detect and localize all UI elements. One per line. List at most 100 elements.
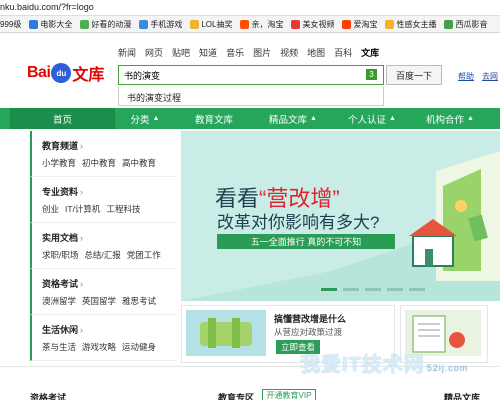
- search-button[interactable]: 百度一下: [386, 65, 442, 85]
- bookmark-item[interactable]: 爱淘宝: [342, 19, 377, 30]
- watermark-sub: 52ij.com: [426, 363, 469, 373]
- promo-subtitle: 从营应对政策过渡: [274, 327, 343, 337]
- product-nav-item[interactable]: 音乐: [226, 46, 244, 59]
- bookmarks-bar: 999级 电影大全 好看的动漫 手机游戏 LOL抽奖 亲，淘宝 美女视频 爱淘宝 性感女主播 西瓜…: [0, 16, 500, 33]
- product-nav-item[interactable]: 地图: [307, 46, 325, 59]
- open-vip-button[interactable]: 开通教育VIP: [262, 389, 316, 400]
- bookmark-label: 手机游戏: [150, 19, 183, 29]
- category-link[interactable]: 小学教育: [42, 158, 76, 168]
- caret-up-icon: ▲: [310, 115, 317, 122]
- bookmark-favicon-icon: [385, 19, 395, 29]
- product-nav-item[interactable]: 图片: [253, 46, 271, 59]
- carousel-dot[interactable]: [321, 288, 337, 291]
- category-title-text: 资格考试: [42, 279, 79, 289]
- product-nav-item[interactable]: 文库: [361, 46, 379, 59]
- category-title-text: 生活休闲: [42, 325, 79, 335]
- section-title-education: 教育专区: [218, 393, 255, 400]
- hero-banner[interactable]: 看看“营改增” 改革对你影响有多大? 五一全面推行 真的不可不知: [181, 131, 500, 301]
- bookmark-label: 美女视频: [302, 19, 335, 29]
- product-nav-item[interactable]: 知道: [199, 46, 217, 59]
- suggestion-item[interactable]: 书的演变过程: [127, 91, 181, 104]
- bookmark-label: 亲，淘宝: [251, 19, 284, 29]
- banner-tagline: 五一全面推行 真的不可不知: [217, 234, 395, 249]
- product-nav-item[interactable]: 百科: [334, 46, 352, 59]
- category-link[interactable]: 工程科技: [106, 204, 140, 214]
- product-nav-item[interactable]: 贴吧: [172, 46, 190, 59]
- main-nav-label: 精品文库: [269, 114, 308, 126]
- product-nav-item[interactable]: 视频: [280, 46, 298, 59]
- category-group: 实用文档 › 求职/职场 总结/汇报 党团工作: [30, 223, 176, 269]
- category-link[interactable]: 创业: [42, 204, 59, 214]
- category-group: 资格考试 › 澳洲留学 英国留学 雅思考试: [30, 269, 176, 315]
- caret-up-icon: ▲: [389, 115, 396, 122]
- main-nav-item[interactable]: 个人认证 ▲: [333, 108, 411, 129]
- main-nav-label: 个人认证: [348, 114, 387, 126]
- main-nav-item[interactable]: 首页: [10, 108, 115, 129]
- main-nav-label: 首页: [52, 114, 72, 126]
- bookmark-label: 性感女主播: [396, 19, 437, 29]
- result-count-badge: 3: [366, 69, 377, 80]
- address-text: nku.baidu.com/?fr=logo: [0, 2, 94, 12]
- category-link[interactable]: 党团工作: [127, 250, 161, 260]
- help-link[interactable]: 帮助: [458, 71, 474, 82]
- category-title[interactable]: 生活休闲 ›: [42, 323, 176, 336]
- category-title[interactable]: 教育频道 ›: [42, 139, 176, 152]
- category-title[interactable]: 实用文档 ›: [42, 231, 176, 244]
- chevron-right-icon: ›: [80, 141, 84, 151]
- goto-link[interactable]: 去网: [482, 71, 498, 82]
- category-title[interactable]: 资格考试 ›: [42, 277, 176, 290]
- bookmark-favicon-icon: [342, 19, 352, 29]
- bookmark-item[interactable]: 西瓜影音: [444, 19, 487, 30]
- bookmark-item[interactable]: LOL抽奖: [190, 19, 232, 30]
- bookmark-item[interactable]: 手机游戏: [139, 19, 182, 30]
- bookmark-favicon-icon: [80, 19, 90, 29]
- main-nav-item[interactable]: 精品文库 ▲: [253, 108, 333, 129]
- category-title-text: 教育频道: [42, 141, 79, 151]
- carousel-dot[interactable]: [387, 288, 403, 291]
- main-nav-label: 机构合作: [426, 114, 465, 126]
- category-link[interactable]: 游戏攻略: [82, 342, 116, 352]
- baidu-wenku-logo[interactable]: Bai du 文库: [27, 58, 104, 88]
- category-title[interactable]: 专业资料 ›: [42, 185, 176, 198]
- bookmark-label: 电影大全: [40, 19, 73, 29]
- product-nav-item[interactable]: 新闻: [118, 46, 136, 59]
- category-link[interactable]: 澳洲留学: [42, 296, 76, 306]
- search-input[interactable]: [119, 66, 359, 84]
- bookmark-item[interactable]: 电影大全: [29, 19, 72, 30]
- product-nav-item[interactable]: 网页: [145, 46, 163, 59]
- product-nav: 新闻 网页 贴吧 知道 音乐 图片 视频 地图 百科 文库: [118, 46, 379, 59]
- category-group: 生活休闲 › 茶与生活 游戏攻略 运动健身: [30, 315, 176, 361]
- bookmark-label: 西瓜影音: [455, 19, 488, 29]
- bookmark-item[interactable]: 性感女主播: [385, 19, 436, 30]
- chevron-right-icon: ›: [80, 187, 84, 197]
- main-nav-item[interactable]: 教育文库: [175, 108, 253, 129]
- category-link[interactable]: 英国留学: [82, 296, 116, 306]
- bookmark-favicon-icon: [291, 19, 301, 29]
- category-link[interactable]: 茶与生活: [42, 342, 76, 352]
- category-title-text: 专业资料: [42, 187, 79, 197]
- bookmark-item[interactable]: 999级: [0, 19, 21, 30]
- carousel-dot[interactable]: [343, 288, 359, 291]
- main-nav-item[interactable]: 机构合作 ▲: [411, 108, 489, 129]
- carousel-dot[interactable]: [409, 288, 425, 291]
- main-nav-item[interactable]: 分类 ▲: [115, 108, 175, 129]
- bookmark-favicon-icon: [444, 19, 454, 29]
- logo-paw-icon: du: [51, 63, 72, 83]
- category-link[interactable]: 运动健身: [122, 342, 156, 352]
- category-link[interactable]: 初中教育: [82, 158, 116, 168]
- bookmark-favicon-icon: [240, 19, 250, 29]
- category-link[interactable]: 高中教育: [122, 158, 156, 168]
- category-link[interactable]: IT/计算机: [65, 204, 100, 214]
- bookmark-item[interactable]: 美女视频: [291, 19, 334, 30]
- category-link[interactable]: 雅思考试: [122, 296, 156, 306]
- chevron-right-icon: ›: [80, 233, 84, 243]
- main-nav: 首页 分类 ▲ 教育文库 精品文库 ▲ 个人认证 ▲ 机构合作 ▲: [0, 108, 500, 129]
- search-suggestion-dropdown: 书的演变过程: [118, 86, 384, 106]
- carousel-dot[interactable]: [365, 288, 381, 291]
- bookmark-item[interactable]: 好看的动漫: [80, 19, 131, 30]
- category-link[interactable]: 求职/职场: [42, 250, 78, 260]
- address-bar[interactable]: nku.baidu.com/?fr=logo: [0, 0, 500, 16]
- category-link[interactable]: 总结/汇报: [84, 250, 120, 260]
- bookmark-favicon-icon: [139, 19, 149, 29]
- bookmark-item[interactable]: 亲，淘宝: [240, 19, 283, 30]
